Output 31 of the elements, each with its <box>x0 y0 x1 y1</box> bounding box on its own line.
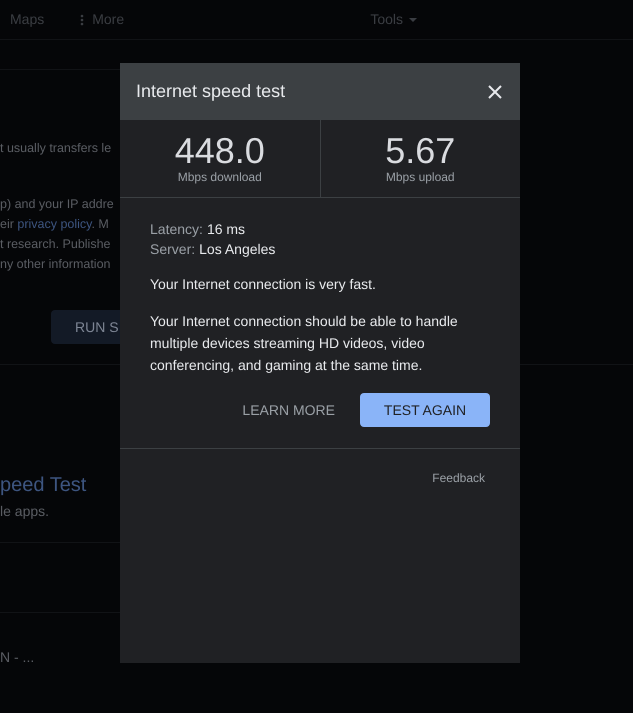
speed-unit: Mbps upload <box>386 170 455 184</box>
caret-icon <box>409 18 417 22</box>
speed-value: 5.67 <box>385 132 456 170</box>
test-again-button[interactable]: TEST AGAIN <box>360 393 490 427</box>
feedback-link[interactable]: Feedback <box>432 469 485 487</box>
privacy-policy-link[interactable]: privacy policy <box>17 217 92 231</box>
speed-value: 448.0 <box>174 132 265 170</box>
close-icon <box>488 84 502 98</box>
body-text: ny other information <box>0 256 110 273</box>
description-text: Your Internet connection should be able to handle multiple devices streaming HD videos, video conferencing, and gaming at the same time. <box>150 312 459 375</box>
detail-value: 16 ms <box>206 220 246 239</box>
detail-value: Los Angeles <box>199 240 276 259</box>
body-text: t usually transfers le <box>0 140 112 157</box>
detail-label: Latency: <box>150 220 203 239</box>
tools-dropdown[interactable]: Tools <box>370 9 417 30</box>
nav-link[interactable]: Maps <box>10 9 44 30</box>
list-item-text[interactable]: N - ... <box>0 647 34 668</box>
summary-text: Your Internet connection is very fast. <box>150 275 377 294</box>
detail-label: Server: <box>150 240 196 259</box>
result-title[interactable]: peed Test <box>0 473 86 497</box>
close-button[interactable] <box>488 84 502 98</box>
learn-more-button[interactable]: LEARN MORE <box>242 393 335 427</box>
more-menu-link[interactable]: More <box>80 9 124 30</box>
result-subtitle: le apps. <box>0 502 50 521</box>
more-vertical-icon <box>80 14 84 26</box>
body-text: eir privacy policy. M <box>0 216 109 233</box>
body-text: t research. Publishe <box>0 236 110 253</box>
body-text: p) and your IP addre <box>0 196 114 213</box>
dialog-title: Internet speed test <box>136 80 286 103</box>
speed-unit: Mbps download <box>178 170 262 184</box>
run-speed-test-button[interactable]: RUN S <box>51 310 120 344</box>
